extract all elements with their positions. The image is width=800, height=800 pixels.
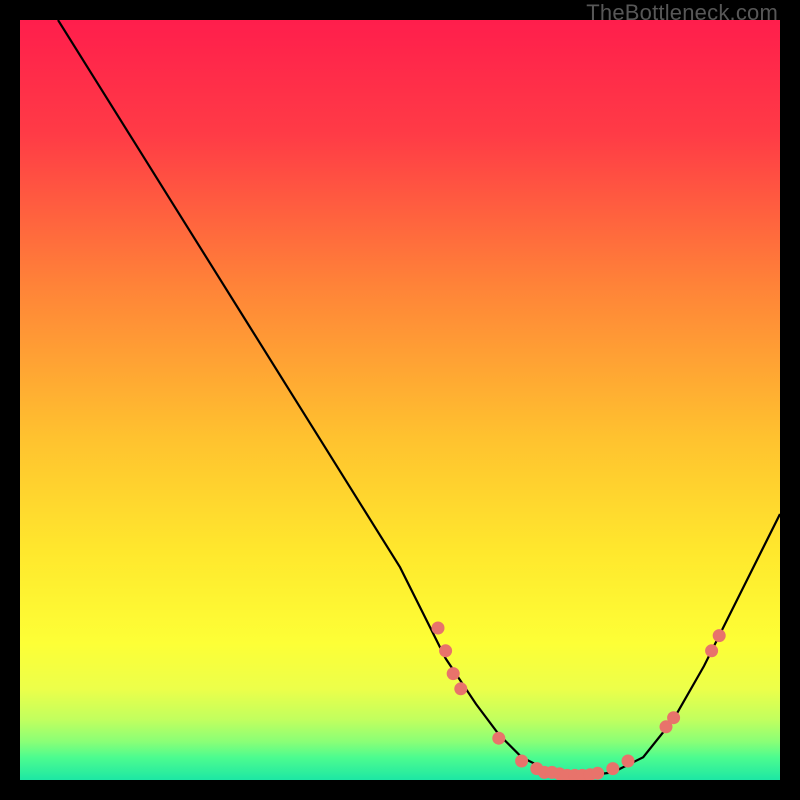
data-point bbox=[492, 732, 505, 745]
data-point bbox=[432, 622, 445, 635]
data-point bbox=[439, 644, 452, 657]
chart-frame bbox=[20, 20, 780, 780]
data-point bbox=[447, 667, 460, 680]
data-point bbox=[667, 711, 680, 724]
gradient-background bbox=[20, 20, 780, 780]
data-point bbox=[713, 629, 726, 642]
data-point bbox=[622, 755, 635, 768]
watermark-text: TheBottleneck.com bbox=[586, 0, 778, 26]
chart-svg bbox=[20, 20, 780, 780]
data-point bbox=[606, 762, 619, 775]
data-point bbox=[705, 644, 718, 657]
data-point bbox=[515, 755, 528, 768]
data-point bbox=[591, 767, 604, 780]
data-point bbox=[454, 682, 467, 695]
